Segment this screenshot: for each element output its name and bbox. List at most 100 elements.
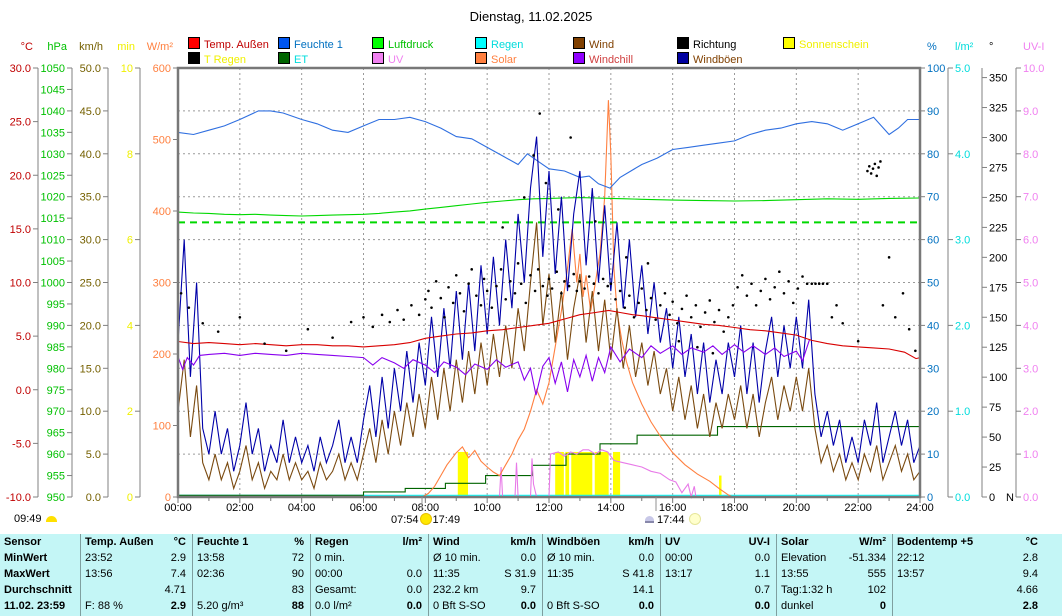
sensor-unit: % (294, 534, 304, 550)
direction-dot (619, 290, 622, 293)
axis-tick-label-pct: 40 (927, 320, 939, 332)
axis-tick-label-min: 2 (127, 406, 133, 418)
axis-tick-label-wm2: 100 (153, 421, 171, 433)
direction-dot (882, 304, 885, 307)
axis-title-wm2: W/m² (147, 41, 174, 53)
direction-dot (201, 322, 204, 325)
direction-dot (239, 316, 242, 319)
direction-dot (741, 274, 744, 277)
direction-dot (787, 280, 790, 283)
current-value: 0.0 (407, 598, 422, 614)
sensor-name: Bodentemp +5 (897, 534, 973, 550)
direction-dot (557, 208, 560, 211)
table-row: Elevation-51.334 (777, 550, 892, 566)
axis-tick-label-hpa: 1030 (41, 149, 65, 161)
current-value: 88 (292, 598, 304, 614)
axis-tick-label-deg: 100 (989, 372, 1007, 384)
axis-north-label: N (1006, 492, 1014, 504)
direction-dot (835, 304, 838, 307)
current-label: 5.20 g/m³ (197, 598, 243, 614)
axis-tick-label-deg: 300 (989, 133, 1007, 145)
max-time: 11:35 (433, 566, 460, 582)
max-time: 00:00 (315, 566, 343, 582)
table-row: 11:35S 41.8 (543, 566, 660, 582)
table-row: 4.71 (81, 582, 192, 598)
sensor-unit: °C (1026, 534, 1038, 550)
direction-dot (773, 286, 776, 289)
direction-dot (467, 282, 470, 285)
axis-tick-label-kmh: 10.0 (80, 406, 101, 418)
axis-title-temp: °C (21, 41, 33, 53)
direction-dot (470, 268, 473, 271)
min-value: 72 (292, 550, 304, 566)
moon-icon (689, 513, 701, 525)
direction-dot (628, 294, 631, 297)
row-label-text: Sensor (4, 534, 41, 550)
direction-dot (712, 352, 715, 355)
direction-dot (579, 280, 582, 283)
table-row: Windböenkm/h (543, 534, 660, 550)
axis-tick-label-uvi: 3.0 (1023, 363, 1038, 375)
sensor-name: Regen (315, 534, 349, 550)
axis-tick-label-lm2: 5.0 (955, 63, 970, 75)
direction-dot (606, 285, 609, 288)
axis-tick-label-deg: 150 (989, 312, 1007, 324)
avg-value: 83 (292, 582, 304, 598)
max-value: 0.0 (407, 566, 422, 582)
min-time: 22:12 (897, 550, 925, 566)
direction-dot (381, 314, 384, 317)
axis-tick-label-deg: 250 (989, 192, 1007, 204)
axis-tick-label-pct: 30 (927, 363, 939, 375)
direction-dot (732, 304, 735, 307)
direction-dot (475, 294, 478, 297)
axis-tick-label-temp: 15.0 (10, 224, 31, 236)
x-axis-label: 00:00 (164, 502, 192, 514)
axis-tick-label-hpa: 955 (47, 471, 65, 483)
x-axis-label: 14:00 (597, 502, 625, 514)
table-row: 2.8 (893, 598, 1044, 614)
x-axis-label: 02:00 (226, 502, 254, 514)
axis-tick-label-uvi: 8.0 (1023, 149, 1038, 161)
axis-tick-label-deg: 175 (989, 282, 1007, 294)
axis-tick-label-kmh: 25.0 (80, 278, 101, 290)
direction-dot (593, 282, 596, 285)
axis-tick-label-deg: 275 (989, 162, 1007, 174)
avg-value: 14.1 (633, 582, 654, 598)
direction-dot (610, 282, 613, 285)
direction-dot (560, 292, 563, 295)
direction-dot (894, 316, 897, 319)
current-label: dunkel (781, 598, 813, 614)
avg-value: 4.71 (165, 582, 186, 598)
direction-dot (548, 278, 551, 281)
sunrise-time-label: 07:54 (391, 514, 419, 526)
direction-dot (806, 282, 809, 285)
table-row: 13:567.4 (81, 566, 192, 582)
sensor-column-temp-au-en: Temp. Außen°C23:522.913:567.44.71F: 88 %… (80, 534, 192, 616)
axis-tick-label-temp: 30.0 (10, 63, 31, 75)
table-row: Feuchte 1% (193, 534, 310, 550)
axis-tick-label-hpa: 980 (47, 363, 65, 375)
max-value: 7.4 (171, 566, 186, 582)
direction-dot (822, 282, 825, 285)
direction-dot (879, 160, 882, 163)
direction-dot (696, 346, 699, 349)
direction-dot (718, 309, 721, 312)
table-row: 13:579.4 (893, 566, 1044, 582)
sensor-name: Temp. Außen (85, 534, 153, 550)
axis-tick-label-deg: 75 (989, 402, 1001, 414)
direction-dot (514, 292, 517, 295)
table-row: Tag:1:32 h102 (777, 582, 892, 598)
direction-dot (525, 302, 528, 305)
axis-tick-label-uvi: 6.0 (1023, 235, 1038, 247)
axis-tick-label-uvi: 2.0 (1023, 406, 1038, 418)
sunshine-bar (613, 452, 620, 497)
axis-tick-label-uvi: 5.0 (1023, 278, 1038, 290)
direction-dot (542, 285, 545, 288)
direction-dot (625, 256, 628, 259)
axis-tick-label-min: 6 (127, 235, 133, 247)
axis-title-uvi: UV-I (1023, 41, 1044, 53)
table-row-label: Durchschnitt (0, 582, 80, 598)
direction-dot (402, 318, 405, 321)
axis-tick-label-deg: 225 (989, 222, 1007, 234)
max-value: S 41.8 (622, 566, 654, 582)
